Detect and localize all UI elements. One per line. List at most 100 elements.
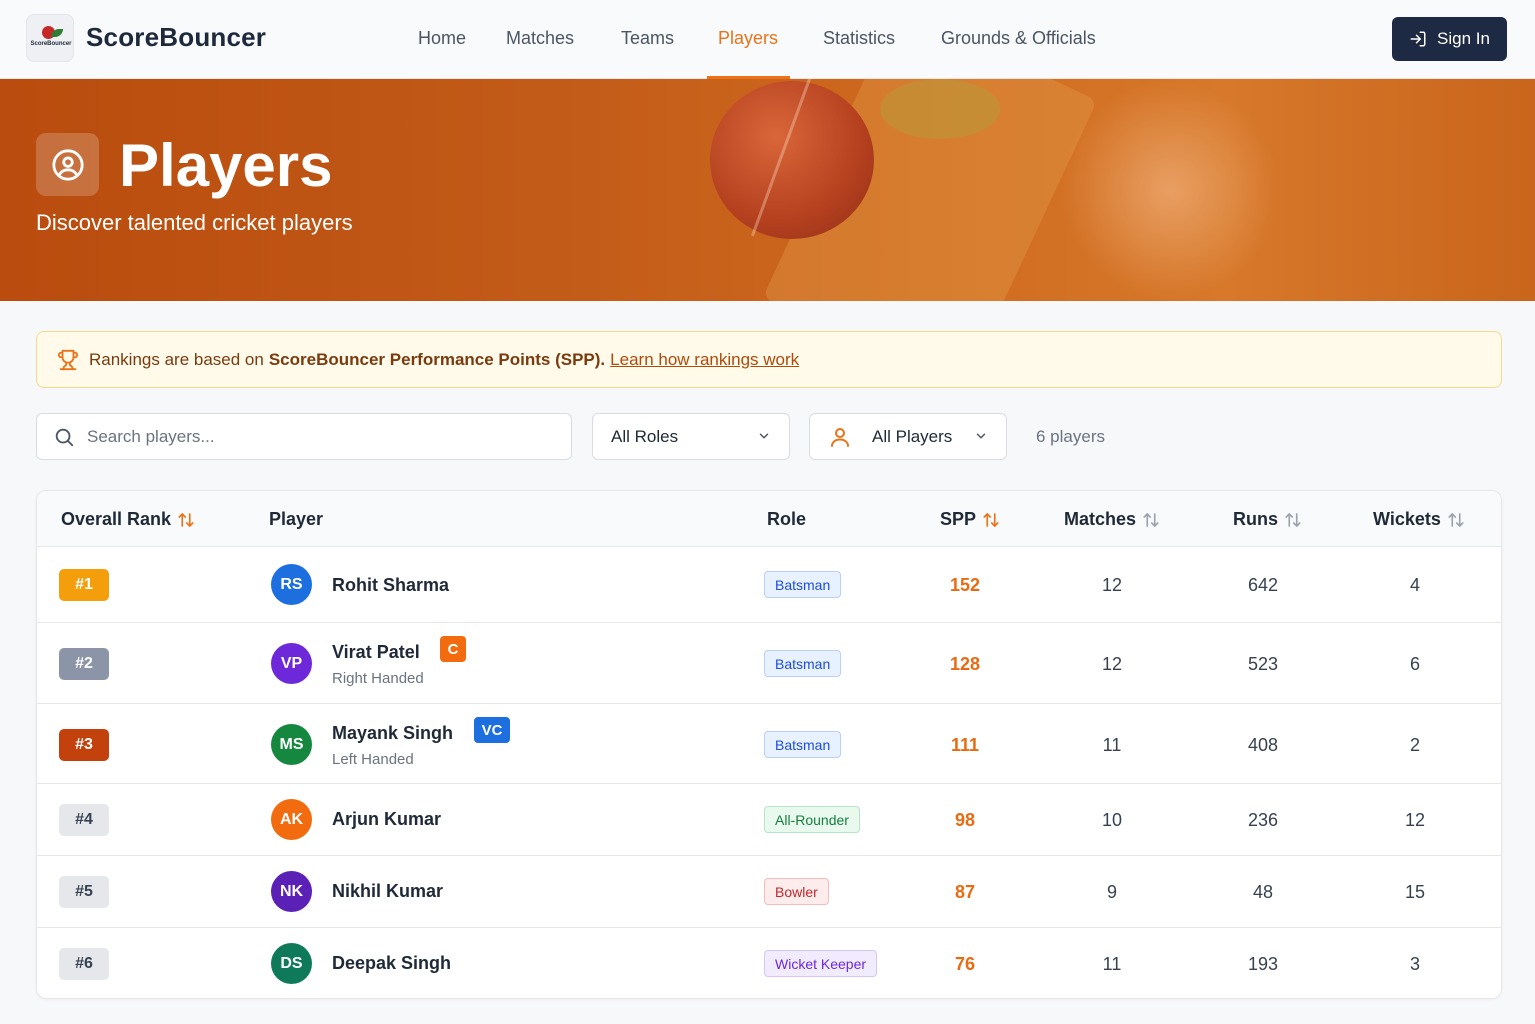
table-header: Overall Rank Player Role SPP Matches Run… (37, 491, 1501, 547)
header-label: Wickets (1373, 509, 1441, 529)
role-badge: Batsman (764, 731, 842, 758)
spp-value: 98 (954, 810, 976, 830)
header-role: Role (767, 509, 806, 530)
header-label: Overall Rank (61, 509, 172, 529)
player-name[interactable]: Nikhil Kumar (332, 881, 443, 902)
table-row[interactable]: #3 MS Mayank Singh VC Left Handed Batsma… (37, 704, 1501, 784)
matches-value: 11 (1102, 954, 1122, 974)
search-input[interactable] (87, 426, 547, 447)
chevron-down-icon (976, 433, 986, 439)
nav-link-teams[interactable]: Teams (621, 28, 674, 49)
user-circle-icon (36, 133, 99, 196)
sign-in-button[interactable]: Sign In (1392, 17, 1507, 61)
header-label: Player (269, 509, 324, 529)
nav-link-home[interactable]: Home (418, 28, 466, 49)
table-row[interactable]: #6 DS Deepak Singh Wicket Keeper 76 11 1… (37, 928, 1501, 998)
batting-style: Left Handed (332, 751, 414, 768)
sign-in-label: Sign In (1437, 29, 1490, 48)
runs-value: 523 (1247, 654, 1279, 674)
page-title: Players (119, 132, 333, 199)
nav-link-matches[interactable]: Matches (506, 28, 574, 49)
rankings-info-banner: Rankings are based on ScoreBouncer Perfo… (36, 331, 1502, 388)
player-filter-value: All Players (872, 426, 953, 446)
rank-badge: #4 (59, 804, 109, 836)
avatar: DS (271, 943, 312, 984)
spp-value: 76 (954, 954, 976, 974)
banner-bold-text: ScoreBouncer Performance Points (SPP). (268, 349, 606, 369)
header-overall-rank[interactable]: Overall Rank (61, 509, 195, 530)
header-matches[interactable]: Matches (1064, 509, 1160, 530)
role-badge: Batsman (764, 650, 842, 677)
role-badge: Bowler (764, 878, 829, 905)
runs-value: 408 (1247, 735, 1279, 755)
banner-text: Rankings are based on (89, 349, 264, 369)
wickets-value: 3 (1409, 954, 1420, 974)
player-name[interactable]: Deepak Singh (332, 953, 451, 974)
vice-captain-badge: VC (474, 717, 510, 743)
player-count: 6 players (1036, 427, 1105, 446)
nav-link-players[interactable]: Players (718, 28, 778, 49)
table-row[interactable]: #5 NK Nikhil Kumar Bowler 87 9 48 15 (37, 856, 1501, 928)
rank-badge: #6 (59, 948, 109, 980)
wickets-value: 15 (1404, 882, 1426, 902)
role-badge: Wicket Keeper (764, 950, 878, 977)
role-badge: All-Rounder (764, 806, 860, 833)
spp-value: 111 (950, 735, 980, 755)
avatar: RS (271, 564, 312, 605)
nav-link-grounds-officials[interactable]: Grounds & Officials (941, 28, 1096, 49)
rank-badge: #3 (59, 729, 109, 761)
brand-logo[interactable]: ScoreBouncer (26, 14, 74, 62)
header-label: SPP (940, 509, 977, 529)
spp-value: 87 (954, 882, 976, 902)
matches-value: 11 (1102, 735, 1122, 755)
matches-value: 12 (1101, 575, 1123, 595)
role-filter-value: All Roles (611, 426, 679, 446)
hero-background-blur (880, 79, 1000, 139)
hero-banner: Players Discover talented cricket player… (0, 79, 1535, 301)
sign-in-icon (1410, 31, 1426, 47)
sort-active-icon (178, 512, 194, 527)
header-spp[interactable]: SPP (940, 509, 1000, 530)
player-name[interactable]: Arjun Kumar (332, 809, 441, 830)
table-row[interactable]: #1 RS Rohit Sharma Batsman 152 12 642 4 (37, 547, 1501, 623)
sort-active-icon (983, 512, 999, 527)
wickets-value: 2 (1409, 735, 1420, 755)
captain-badge: C (440, 636, 466, 662)
role-badge: Batsman (764, 571, 842, 598)
cricket-ball-image (710, 81, 874, 239)
runs-value: 236 (1247, 810, 1279, 830)
rank-badge: #1 (59, 569, 109, 601)
runs-value: 193 (1247, 954, 1279, 974)
wickets-value: 6 (1409, 654, 1420, 674)
rank-badge: #5 (59, 876, 109, 908)
players-table: Overall Rank Player Role SPP Matches Run… (36, 490, 1502, 999)
player-filter-select[interactable]: All Players (809, 413, 1007, 460)
trophy-icon (57, 349, 79, 370)
learn-rankings-link[interactable]: Learn how rankings work (610, 350, 799, 370)
search-icon (55, 428, 74, 446)
wickets-value: 12 (1404, 810, 1426, 830)
table-row[interactable]: #2 VP Virat Patel C Right Handed Batsman… (37, 623, 1501, 704)
brand-name[interactable]: ScoreBouncer (86, 22, 266, 53)
player-name[interactable]: Mayank Singh (332, 723, 453, 744)
header-wickets[interactable]: Wickets (1373, 509, 1465, 530)
batting-glove-image (1060, 79, 1280, 301)
header-label: Runs (1233, 509, 1278, 529)
batting-style: Right Handed (332, 670, 424, 687)
chevron-down-icon (759, 433, 769, 439)
nav-link-statistics[interactable]: Statistics (823, 28, 895, 49)
runs-value: 48 (1252, 882, 1274, 902)
role-filter-select[interactable]: All Roles (592, 413, 790, 460)
table-row[interactable]: #4 AK Arjun Kumar All-Rounder 98 10 236 … (37, 784, 1501, 856)
sort-icon (1143, 512, 1159, 527)
player-name[interactable]: Rohit Sharma (332, 575, 449, 596)
search-box[interactable] (36, 413, 572, 460)
header-runs[interactable]: Runs (1233, 509, 1302, 530)
wickets-value: 4 (1409, 575, 1420, 595)
player-name[interactable]: Virat Patel (332, 642, 420, 663)
leaf-icon (51, 29, 63, 37)
sort-icon (1448, 512, 1464, 527)
runs-value: 642 (1247, 575, 1279, 595)
spp-value: 128 (949, 654, 981, 674)
avatar: MS (271, 724, 312, 765)
